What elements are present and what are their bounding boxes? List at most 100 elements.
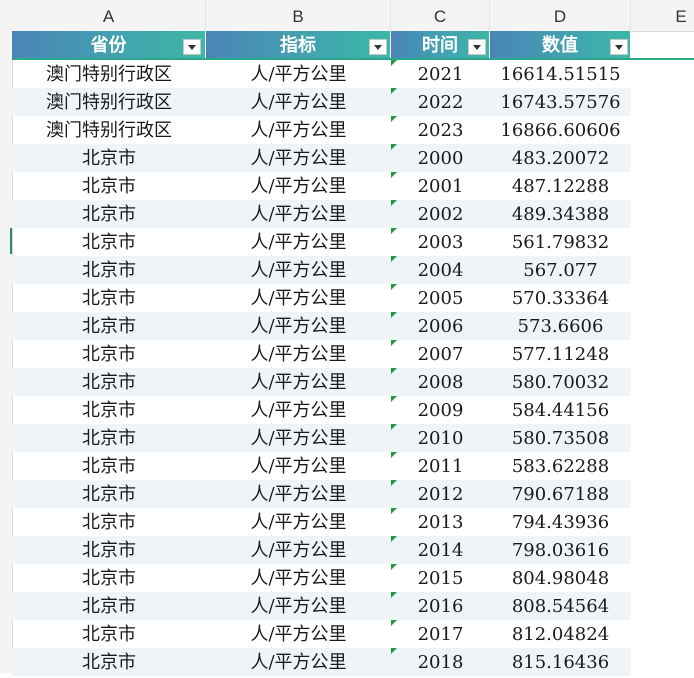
table-row[interactable]: 北京市 人/平方公里 2010 580.73508 bbox=[12, 424, 631, 452]
cell-value[interactable]: 16743.57576 bbox=[490, 88, 631, 116]
table-row[interactable]: 北京市 人/平方公里 2018 815.16436 bbox=[12, 648, 631, 676]
cell-province[interactable]: 北京市 bbox=[12, 648, 206, 676]
cell-province[interactable]: 北京市 bbox=[12, 172, 206, 200]
cell-time[interactable]: 2014 bbox=[391, 536, 490, 564]
cell-indicator[interactable]: 人/平方公里 bbox=[206, 88, 391, 116]
cell-province[interactable]: 北京市 bbox=[12, 228, 206, 256]
cell-time[interactable]: 2016 bbox=[391, 592, 490, 620]
header-indicator[interactable]: 指标 bbox=[206, 31, 391, 59]
column-header-a[interactable]: A bbox=[12, 0, 206, 31]
cell-indicator[interactable]: 人/平方公里 bbox=[206, 592, 391, 620]
table-row[interactable]: 北京市 人/平方公里 2009 584.44156 bbox=[12, 396, 631, 424]
header-province[interactable]: 省份 bbox=[12, 31, 206, 59]
cell-province[interactable]: 北京市 bbox=[12, 480, 206, 508]
cell-time[interactable]: 2012 bbox=[391, 480, 490, 508]
cell-province[interactable]: 北京市 bbox=[12, 368, 206, 396]
cell-time[interactable]: 2002 bbox=[391, 200, 490, 228]
cell-time[interactable]: 2003 bbox=[391, 228, 490, 256]
cell-value[interactable]: 567.077 bbox=[490, 256, 631, 284]
cell-value[interactable]: 794.43936 bbox=[490, 508, 631, 536]
cell-value[interactable]: 583.62288 bbox=[490, 452, 631, 480]
cell-value[interactable]: 561.79832 bbox=[490, 228, 631, 256]
cell-value[interactable]: 570.33364 bbox=[490, 284, 631, 312]
table-row[interactable]: 北京市 人/平方公里 2008 580.70032 bbox=[12, 368, 631, 396]
table-row[interactable]: 北京市 人/平方公里 2003 561.79832 bbox=[12, 228, 631, 256]
cell-province[interactable]: 北京市 bbox=[12, 312, 206, 340]
table-row[interactable]: 北京市 人/平方公里 2000 483.20072 bbox=[12, 144, 631, 172]
cell-value[interactable]: 808.54564 bbox=[490, 592, 631, 620]
cell-value[interactable]: 487.12288 bbox=[490, 172, 631, 200]
chevron-down-icon[interactable] bbox=[369, 39, 387, 55]
chevron-down-icon[interactable] bbox=[468, 39, 486, 55]
cell-indicator[interactable]: 人/平方公里 bbox=[206, 312, 391, 340]
cell-value[interactable]: 584.44156 bbox=[490, 396, 631, 424]
cell-value[interactable]: 577.11248 bbox=[490, 340, 631, 368]
cell-indicator[interactable]: 人/平方公里 bbox=[206, 228, 391, 256]
table-row[interactable]: 北京市 人/平方公里 2004 567.077 bbox=[12, 256, 631, 284]
table-row[interactable]: 北京市 人/平方公里 2015 804.98048 bbox=[12, 564, 631, 592]
cell-province[interactable]: 北京市 bbox=[12, 256, 206, 284]
cell-value[interactable]: 812.04824 bbox=[490, 620, 631, 648]
cell-value[interactable]: 790.67188 bbox=[490, 480, 631, 508]
cell-time[interactable]: 2018 bbox=[391, 648, 490, 676]
cell-value[interactable]: 815.16436 bbox=[490, 648, 631, 676]
column-header-e[interactable]: E bbox=[631, 0, 694, 31]
cell-indicator[interactable]: 人/平方公里 bbox=[206, 368, 391, 396]
cell-indicator[interactable]: 人/平方公里 bbox=[206, 172, 391, 200]
table-row[interactable]: 澳门特别行政区 人/平方公里 2022 16743.57576 bbox=[12, 88, 631, 116]
table-row[interactable]: 北京市 人/平方公里 2001 487.12288 bbox=[12, 172, 631, 200]
cell-value[interactable]: 483.20072 bbox=[490, 144, 631, 172]
cell-indicator[interactable]: 人/平方公里 bbox=[206, 116, 391, 144]
cell-province[interactable]: 北京市 bbox=[12, 340, 206, 368]
cell-time[interactable]: 2011 bbox=[391, 452, 490, 480]
cell-time[interactable]: 2008 bbox=[391, 368, 490, 396]
cell-indicator[interactable]: 人/平方公里 bbox=[206, 536, 391, 564]
table-row[interactable]: 澳门特别行政区 人/平方公里 2023 16866.60606 bbox=[12, 116, 631, 144]
table-row[interactable]: 北京市 人/平方公里 2005 570.33364 bbox=[12, 284, 631, 312]
table-row[interactable]: 北京市 人/平方公里 2007 577.11248 bbox=[12, 340, 631, 368]
cell-indicator[interactable]: 人/平方公里 bbox=[206, 144, 391, 172]
cell-indicator[interactable]: 人/平方公里 bbox=[206, 60, 391, 88]
cell-indicator[interactable]: 人/平方公里 bbox=[206, 508, 391, 536]
cell-value[interactable]: 16614.51515 bbox=[490, 60, 631, 88]
cell-time[interactable]: 2022 bbox=[391, 88, 490, 116]
cell-time[interactable]: 2009 bbox=[391, 396, 490, 424]
cell-indicator[interactable]: 人/平方公里 bbox=[206, 200, 391, 228]
cell-value[interactable]: 16866.60606 bbox=[490, 116, 631, 144]
table-row[interactable]: 北京市 人/平方公里 2006 573.6606 bbox=[12, 312, 631, 340]
cell-province[interactable]: 北京市 bbox=[12, 620, 206, 648]
table-row[interactable]: 北京市 人/平方公里 2002 489.34388 bbox=[12, 200, 631, 228]
cell-time[interactable]: 2006 bbox=[391, 312, 490, 340]
cell-time[interactable]: 2000 bbox=[391, 144, 490, 172]
chevron-down-icon[interactable] bbox=[183, 39, 201, 55]
cell-province[interactable]: 北京市 bbox=[12, 592, 206, 620]
column-header-c[interactable]: C bbox=[391, 0, 490, 31]
cell-time[interactable]: 2004 bbox=[391, 256, 490, 284]
cell-time[interactable]: 2001 bbox=[391, 172, 490, 200]
cell-province[interactable]: 北京市 bbox=[12, 508, 206, 536]
cell-indicator[interactable]: 人/平方公里 bbox=[206, 648, 391, 676]
cell-indicator[interactable]: 人/平方公里 bbox=[206, 620, 391, 648]
cell-indicator[interactable]: 人/平方公里 bbox=[206, 396, 391, 424]
table-row[interactable]: 北京市 人/平方公里 2013 794.43936 bbox=[12, 508, 631, 536]
cell-province[interactable]: 澳门特别行政区 bbox=[12, 88, 206, 116]
cell-province[interactable]: 澳门特别行政区 bbox=[12, 116, 206, 144]
cell-province[interactable]: 北京市 bbox=[12, 452, 206, 480]
cell-province[interactable]: 澳门特别行政区 bbox=[12, 60, 206, 88]
cell-province[interactable]: 北京市 bbox=[12, 536, 206, 564]
cell-time[interactable]: 2013 bbox=[391, 508, 490, 536]
cell-time[interactable]: 2021 bbox=[391, 60, 490, 88]
cell-indicator[interactable]: 人/平方公里 bbox=[206, 284, 391, 312]
cell-indicator[interactable]: 人/平方公里 bbox=[206, 340, 391, 368]
cell-indicator[interactable]: 人/平方公里 bbox=[206, 452, 391, 480]
cell-time[interactable]: 2010 bbox=[391, 424, 490, 452]
cell-province[interactable]: 北京市 bbox=[12, 564, 206, 592]
table-row[interactable]: 北京市 人/平方公里 2011 583.62288 bbox=[12, 452, 631, 480]
cell-indicator[interactable]: 人/平方公里 bbox=[206, 424, 391, 452]
cell-indicator[interactable]: 人/平方公里 bbox=[206, 564, 391, 592]
cell-time[interactable]: 2005 bbox=[391, 284, 490, 312]
cell-province[interactable]: 北京市 bbox=[12, 200, 206, 228]
table-row[interactable]: 北京市 人/平方公里 2017 812.04824 bbox=[12, 620, 631, 648]
column-header-d[interactable]: D bbox=[490, 0, 631, 31]
cell-time[interactable]: 2017 bbox=[391, 620, 490, 648]
